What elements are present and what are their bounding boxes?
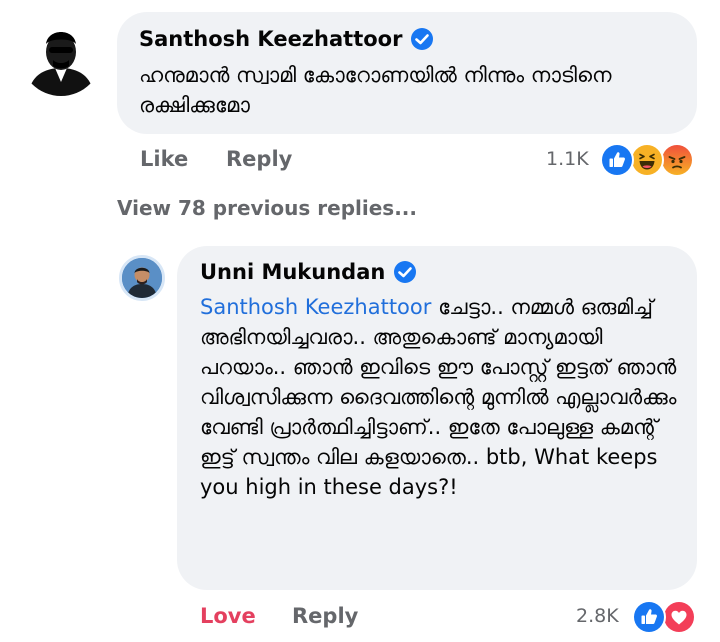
comment-author-name[interactable]: Santhosh Keezhattoor [139,27,402,51]
angry-icon[interactable] [660,143,694,177]
haha-icon[interactable] [630,143,664,177]
reply-author[interactable]: Unni Mukundan [200,260,417,284]
mention-link[interactable]: Santhosh Keezhattoor [200,295,431,319]
reply-button[interactable]: Reply [226,147,292,171]
reaction-count[interactable]: 1.1K [546,148,589,170]
replier-avatar[interactable] [119,255,165,301]
love-button[interactable]: Love [200,604,256,628]
like-icon[interactable] [632,600,666,634]
like-button[interactable]: Like [140,147,188,171]
comment-author[interactable]: Santhosh Keezhattoor [139,27,434,51]
verified-badge-icon [393,260,417,284]
comment-text: ഹനുമാൻ സ്വാമി കോറോണയിൽ നിന്നും നാടിനെ രക… [139,63,612,117]
love-icon[interactable] [662,600,696,634]
reply-body: ചേട്ടാ.. നമ്മൾ ഒരുമിച്ച് അഭിനയിച്ചവരാ.. … [200,295,677,499]
view-previous-replies-link[interactable]: View 78 previous replies... [117,196,417,220]
verified-badge-icon [410,27,434,51]
reply-author-name[interactable]: Unni Mukundan [200,260,385,284]
reply-text: Santhosh Keezhattoor ചേട്ടാ.. നമ്മൾ ഒരുമ… [200,292,682,502]
reply-button[interactable]: Reply [292,604,358,628]
reaction-count[interactable]: 2.8K [576,605,619,627]
commenter-avatar[interactable] [20,14,102,96]
like-icon[interactable] [600,143,634,177]
